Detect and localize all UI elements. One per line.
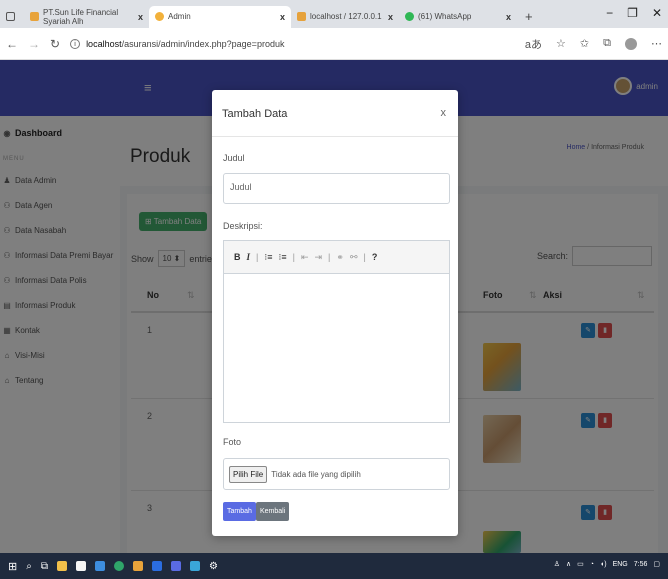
file-status: Tidak ada file yang dipilih [271,469,361,479]
taskbar: ⊞ ⌕ ⧉ ⚙ ♙ ∧ ▭ ◔ ◖) ENG 7:56 ▢ [0,553,668,579]
app-icon[interactable] [170,561,181,571]
edge-icon[interactable] [113,561,124,571]
favorites-icon[interactable]: ✩ [580,37,589,50]
foto-file-input[interactable]: Pilih File Tidak ada file yang dipilih [223,458,450,490]
app-icon[interactable] [189,561,200,571]
info-icon[interactable]: i [70,38,81,49]
favorite-icon[interactable]: ☆ [556,37,566,50]
clock[interactable]: 7:56 [634,561,648,568]
file-explorer-icon[interactable] [56,561,67,571]
store-icon[interactable] [75,561,86,571]
new-tab-button[interactable]: + [517,6,539,28]
browser-toolbar-icons: aあ ☆ ✩ ⧉ ⋯ [525,36,662,52]
reload-icon[interactable]: ↻ [50,37,60,51]
toolbar-divider: | [363,252,366,262]
foto-label: Foto [223,437,242,447]
tab-whatsapp[interactable]: (61) WhatsApp x [399,6,517,28]
minimize-button[interactable]: − [606,6,613,20]
notification-icon[interactable]: ▢ [653,560,660,568]
volume-icon[interactable]: ◖) [600,561,607,568]
choose-file-button[interactable]: Pilih File [229,465,268,483]
url-path: /asuransi/admin/index.php?page=produk [121,38,285,49]
outdent-icon[interactable]: ⇤ [301,252,309,263]
xampp-icon[interactable] [132,561,143,571]
editor-toolbar: B I | ⁝≡ ⁝≡ | ⇤ ⇥ | ⚭ ⚯ | ? [223,240,450,273]
url-host: localhost [86,38,122,49]
task-view-icon[interactable]: ⧉ [41,561,48,572]
profile-icon[interactable] [625,37,637,50]
tab-close-icon[interactable]: x [388,12,393,22]
tab-label: localhost / 127.0.0.1 / asuransi / [310,12,384,21]
tab-actions-button[interactable] [0,6,24,28]
tab-label: (61) WhatsApp [418,12,472,21]
back-icon[interactable]: ← [6,37,18,51]
windows-start-icon[interactable]: ⊞ [8,560,17,573]
language-indicator[interactable]: ENG [613,561,628,568]
judul-placeholder: Judul [230,182,252,192]
tab-close-icon[interactable]: x [138,12,143,22]
tab-close-icon[interactable]: x [280,12,285,22]
judul-label: Judul [223,153,245,163]
sunlife-favicon-icon [30,12,39,21]
collections-icon[interactable]: ⧉ [603,37,611,50]
back-button[interactable]: Kembali [256,502,290,521]
unlink-icon[interactable]: ⚯ [350,252,358,263]
window-controls: − ❐ ✕ [606,6,662,20]
bold-button[interactable]: B [234,252,241,262]
settings-icon[interactable]: ⚙ [209,561,218,572]
phpmyadmin-favicon-icon [297,12,306,21]
restore-button[interactable]: ❐ [627,6,638,20]
battery-icon[interactable]: ▭ [577,560,584,568]
people-icon[interactable]: ♙ [554,560,560,568]
more-icon[interactable]: ⋯ [651,37,662,50]
tab-phpmyadmin[interactable]: localhost / 127.0.0.1 / asuransi / x [291,6,399,28]
ordered-list-icon[interactable]: ⁝≡ [264,252,272,263]
url-field[interactable]: i localhost/asuransi/admin/index.php?pag… [70,38,515,49]
tab-sunlife[interactable]: PT.Sun Life Financial Syariah Alh x [24,6,149,28]
unordered-list-icon[interactable]: ⁝≡ [278,252,286,263]
mail-icon[interactable] [94,561,105,571]
deskripsi-label: Deskripsi: [223,221,263,231]
help-icon[interactable]: ? [372,252,378,262]
whatsapp-favicon-icon [405,12,414,21]
toolbar-divider: | [292,252,295,262]
address-bar: ← → ↻ i localhost/asuransi/admin/index.p… [0,28,668,60]
toolbar-divider: | [256,252,259,262]
deskripsi-editor[interactable] [223,273,450,423]
modal-divider [212,136,458,137]
modal-title: Tambah Data [222,108,288,120]
tab-actions-icon [6,12,15,21]
forward-icon[interactable]: → [28,37,40,51]
close-icon[interactable]: x [441,107,447,119]
vscode-icon[interactable] [151,561,162,571]
network-icon[interactable]: ◔ [590,561,594,568]
italic-button[interactable]: I [247,252,251,262]
toolbar-divider: | [328,252,331,262]
link-icon[interactable]: ⚭ [336,252,344,263]
tambah-data-modal: Tambah Data x Judul Judul Deskripsi: B I… [212,90,458,536]
tab-admin[interactable]: Admin x [149,5,291,28]
tab-label: PT.Sun Life Financial Syariah Alh [43,7,119,26]
browser-tab-bar: PT.Sun Life Financial Syariah Alh x Admi… [0,0,668,28]
judul-input[interactable]: Judul [223,173,450,204]
admin-favicon-icon [155,12,164,21]
close-window-button[interactable]: ✕ [652,6,662,20]
tab-label: Admin [168,12,191,21]
indent-icon[interactable]: ⇥ [315,252,323,263]
tray-chevron-icon[interactable]: ∧ [566,560,571,568]
tab-close-icon[interactable]: x [506,12,511,22]
system-tray: ♙ ∧ ▭ ◔ ◖) ENG 7:56 ▢ [554,560,660,569]
search-icon[interactable]: ⌕ [26,561,32,572]
read-aloud-icon[interactable]: aあ [525,36,542,52]
submit-button[interactable]: Tambah [223,502,256,521]
